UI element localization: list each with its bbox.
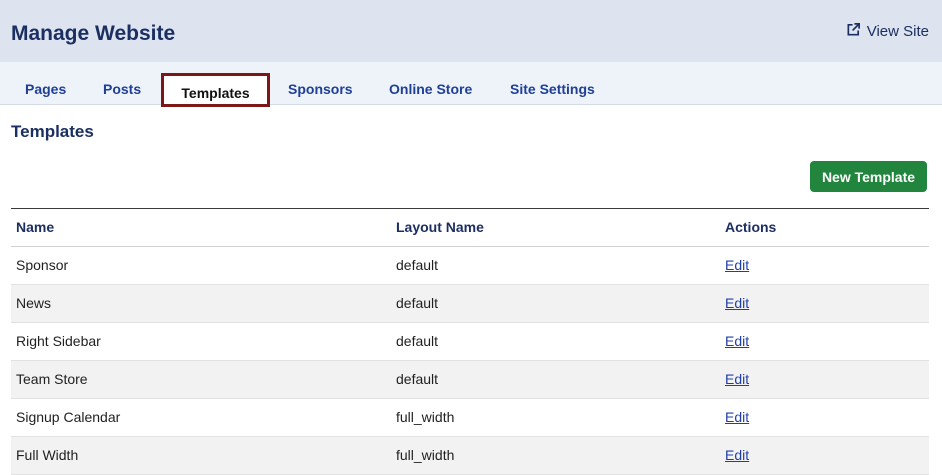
template-name: Sponsor (16, 257, 69, 273)
layout-name: default (396, 295, 439, 311)
table-row: Team Store default Edit (11, 361, 929, 399)
new-template-button[interactable]: New Template (810, 161, 927, 192)
tab-posts[interactable]: Posts (103, 81, 141, 97)
table-row: Sponsor default Edit (11, 247, 929, 285)
view-site-label: View Site (866, 23, 929, 40)
template-name: Signup Calendar (16, 409, 121, 425)
column-header-actions: Actions (725, 219, 777, 235)
templates-table: Name Layout Name Actions Sponsor default… (11, 208, 929, 475)
edit-link[interactable]: Edit (725, 437, 749, 474)
layout-name: default (396, 371, 439, 387)
section-title: Templates (11, 122, 94, 141)
edit-link[interactable]: Edit (725, 247, 749, 284)
edit-link[interactable]: Edit (725, 323, 749, 360)
layout-name: default (396, 333, 439, 349)
template-name: Full Width (16, 447, 79, 463)
table-row: Full Width full_width Edit (11, 437, 929, 475)
layout-name: full_width (396, 409, 455, 425)
edit-link[interactable]: Edit (725, 361, 749, 398)
template-name: Right Sidebar (16, 333, 101, 349)
view-site-link[interactable]: View Site (846, 22, 929, 41)
tab-pages[interactable]: Pages (25, 81, 66, 97)
edit-link[interactable]: Edit (725, 399, 749, 436)
tab-sponsors[interactable]: Sponsors (288, 81, 353, 97)
tab-bar: Pages Posts Templates Sponsors Online St… (0, 62, 942, 107)
table-row: Signup Calendar full_width Edit (11, 399, 929, 437)
column-header-name: Name (16, 219, 55, 235)
tab-online-store[interactable]: Online Store (389, 81, 472, 97)
external-link-icon (846, 22, 861, 41)
layout-name: full_width (396, 447, 455, 463)
layout-name: default (396, 257, 439, 273)
page-header: Manage Website View Site (0, 0, 942, 62)
page-title: Manage Website (11, 22, 176, 45)
template-name: News (16, 295, 52, 311)
edit-link[interactable]: Edit (725, 285, 749, 322)
column-header-layout-name: Layout Name (396, 219, 484, 235)
table-row: Right Sidebar default Edit (11, 323, 929, 361)
tab-site-settings[interactable]: Site Settings (510, 81, 595, 97)
template-name: Team Store (16, 371, 88, 387)
tab-templates[interactable]: Templates (161, 73, 270, 107)
table-header-row: Name Layout Name Actions (11, 209, 929, 247)
table-row: News default Edit (11, 285, 929, 323)
